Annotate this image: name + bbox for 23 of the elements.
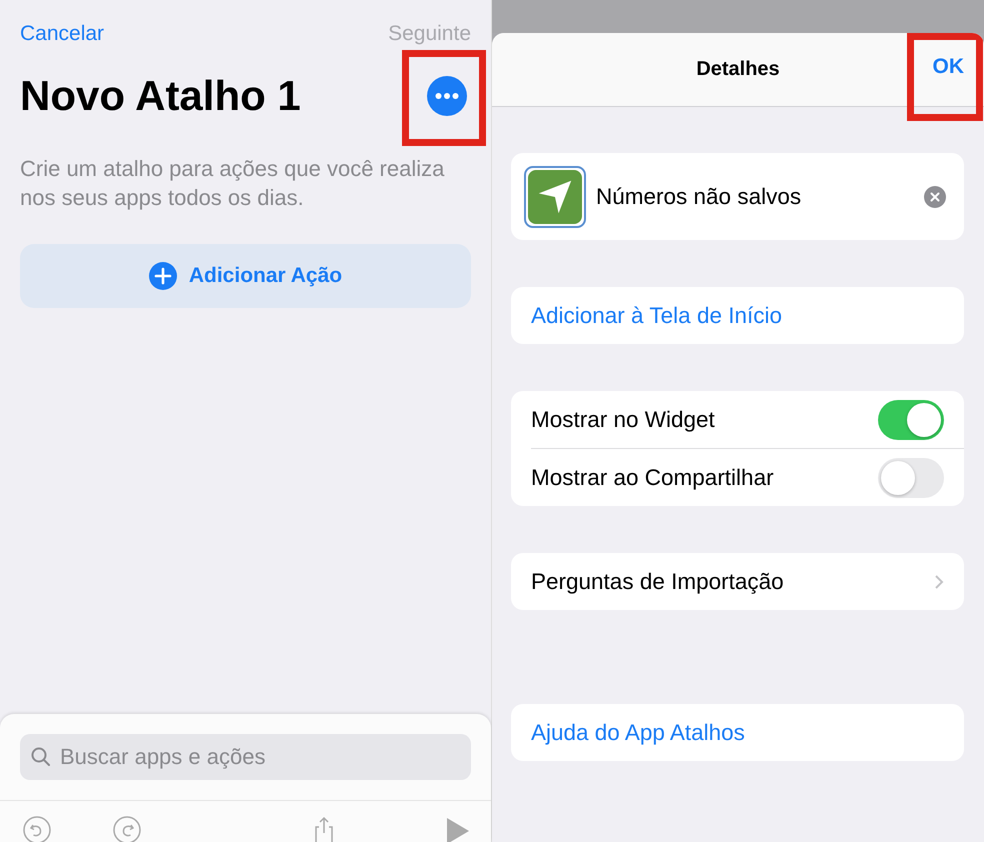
toggle-label: Mostrar no Widget [531,406,716,432]
toggle-switch[interactable] [878,400,944,440]
description: Crie um atalho para ações que você realiza nos seus apps todos os dias. [20,155,446,212]
search-field[interactable]: Buscar apps e ações [20,734,471,780]
clear-icon[interactable] [924,186,946,208]
more-icon[interactable] [427,76,467,116]
sheet-title: Detalhes [696,58,780,81]
search-icon [30,746,52,768]
add-home-row[interactable]: Adicionar à Tela de Início [511,287,964,344]
toggle-switch[interactable] [878,458,944,498]
import-questions-row[interactable]: Perguntas de Importação [511,553,964,610]
cancel-button[interactable]: Cancelar [20,22,104,52]
plus-icon [148,262,177,290]
ok-button[interactable]: OK [932,55,964,78]
shortcut-name[interactable]: Números não salvos [596,184,924,210]
chevron-icon [934,574,944,590]
undo-icon[interactable] [22,815,52,842]
toggle-label: Mostrar ao Compartilhar [531,464,775,490]
shortcut-title: Novo Atalho 1 [20,72,301,120]
app-icon[interactable] [524,166,586,228]
add-action-button[interactable]: Adicionar Ação [20,244,471,308]
redo-icon[interactable] [112,815,142,842]
help-row[interactable]: Ajuda do App Atalhos [511,704,964,761]
